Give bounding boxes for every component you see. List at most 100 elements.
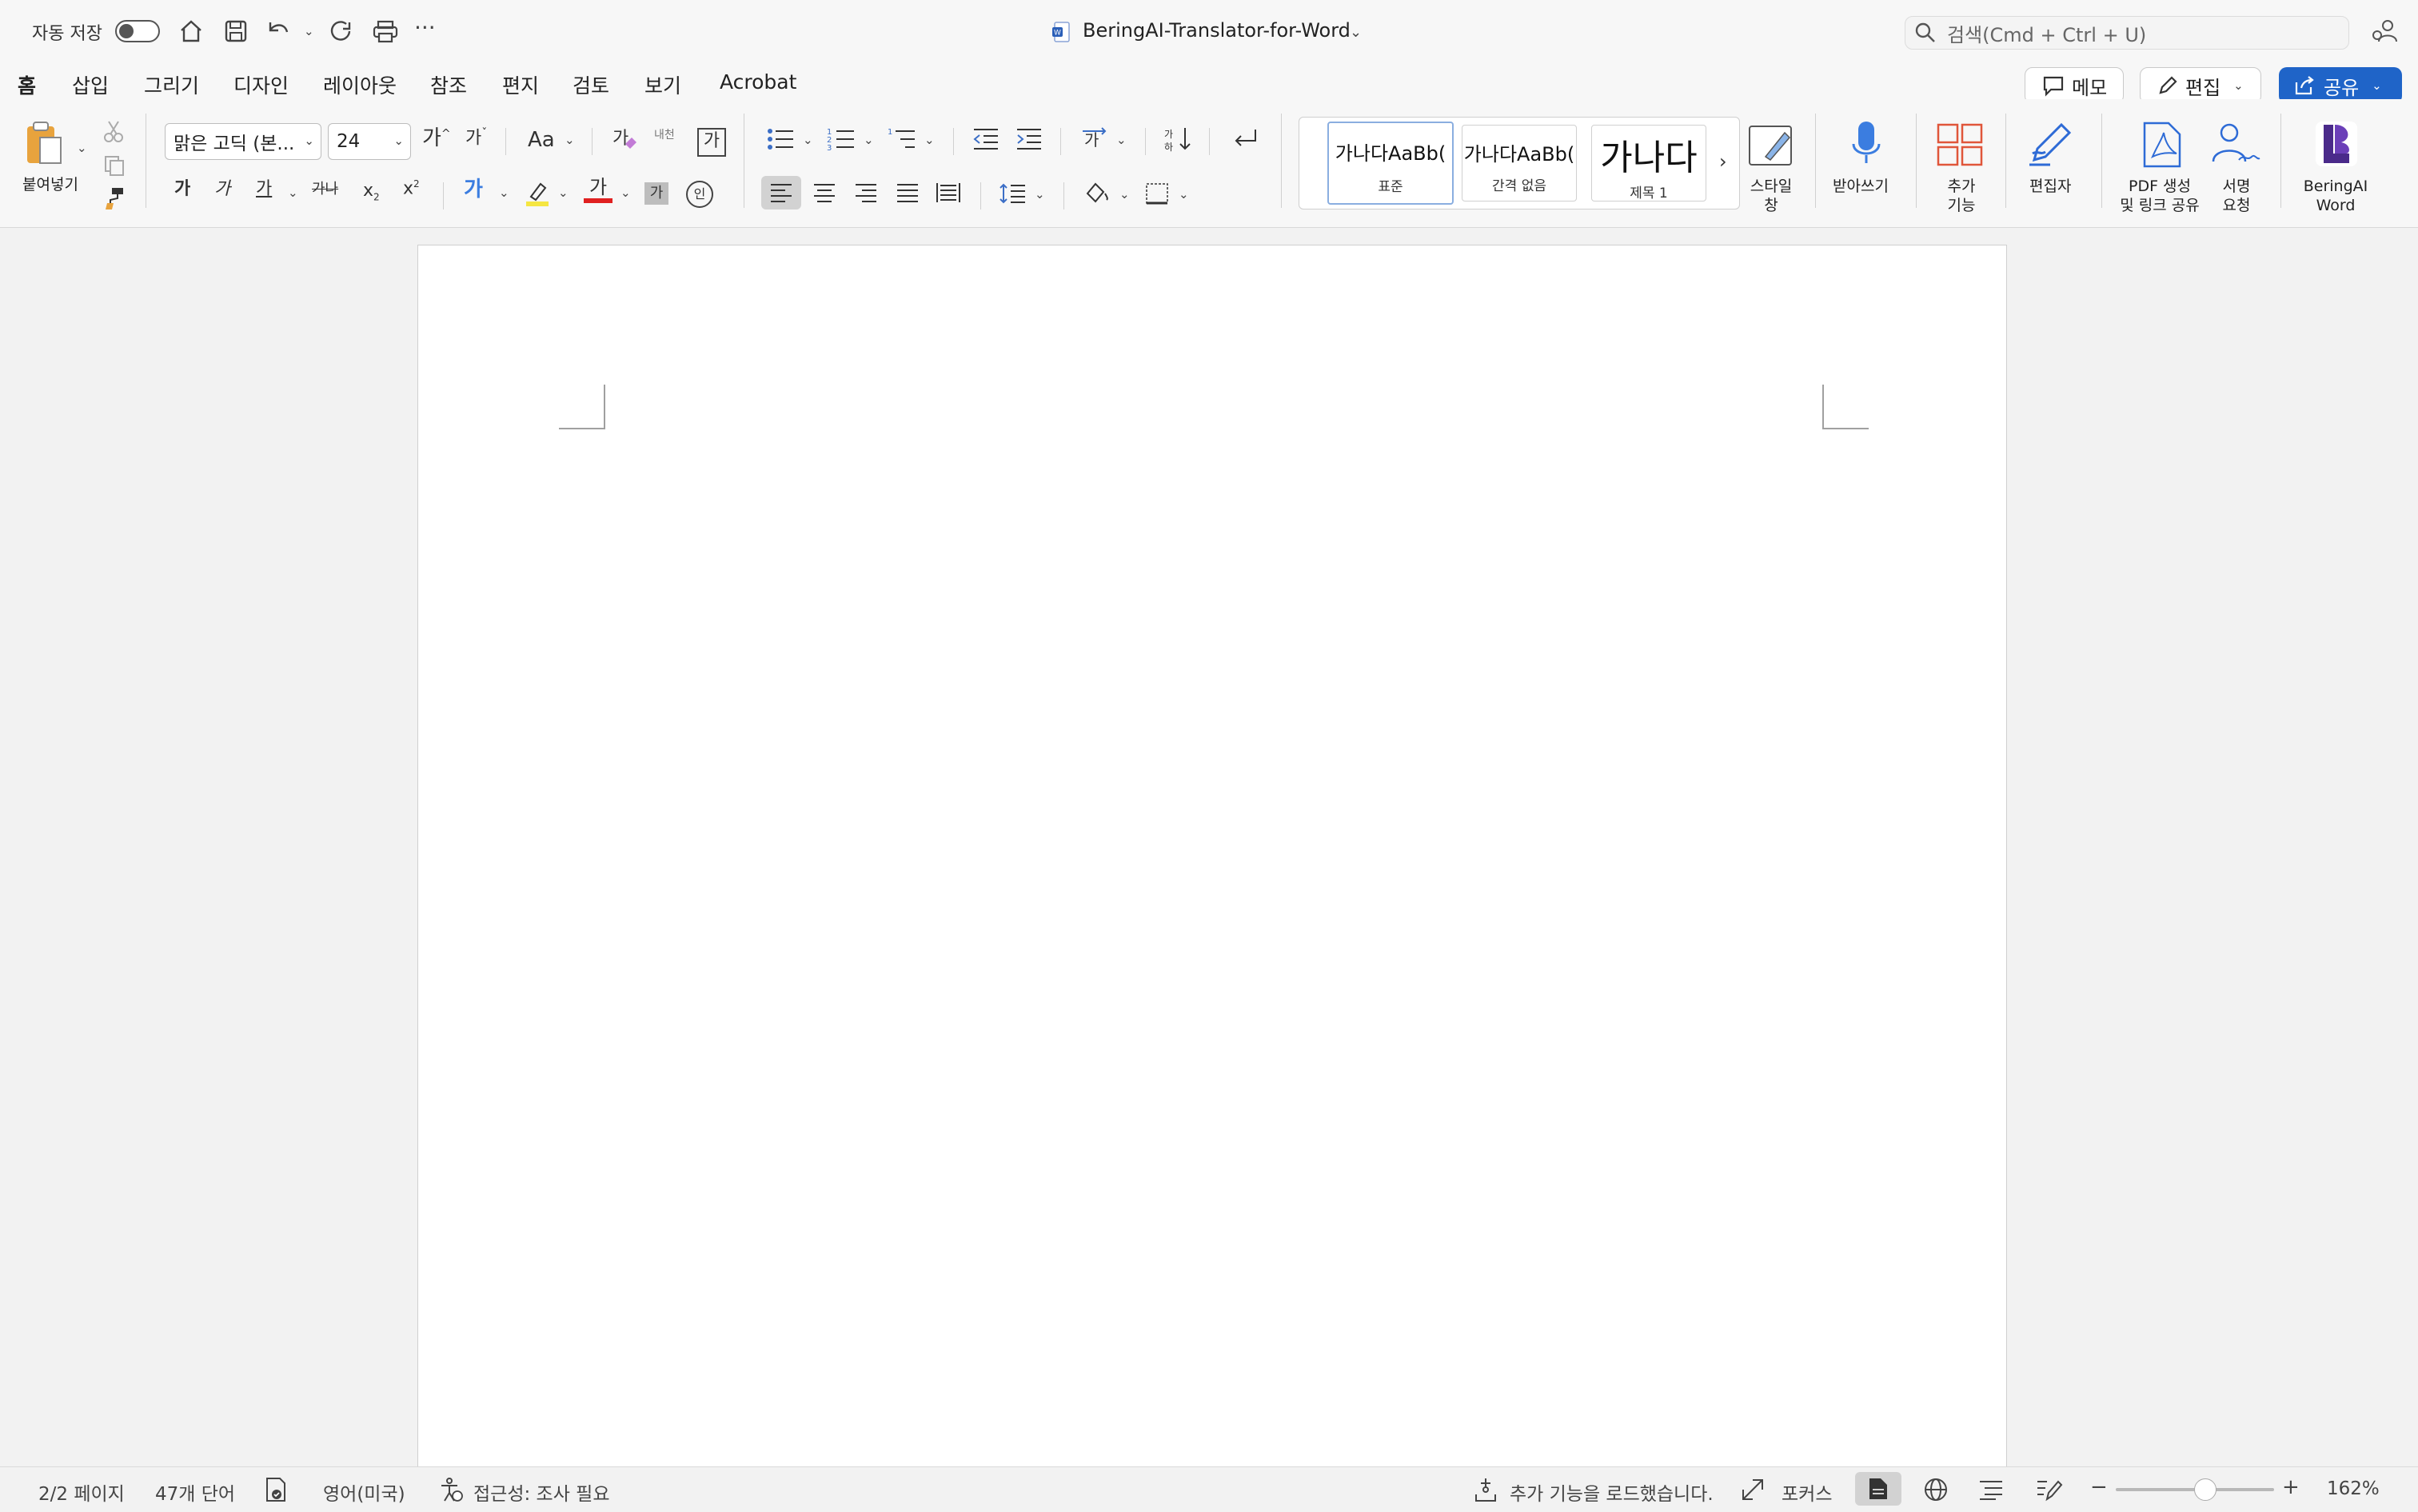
shrink-font-icon[interactable]: 가ˇ <box>465 128 487 147</box>
document-page[interactable] <box>417 245 2007 1511</box>
grow-font-icon[interactable]: 가^ <box>422 128 451 149</box>
change-case-icon[interactable]: Aa <box>528 130 555 150</box>
style-heading-1[interactable]: 가나다 제목 1 <box>1591 125 1706 201</box>
enclosed-char-icon[interactable]: 인 <box>686 181 713 208</box>
zoom-out-icon[interactable]: − <box>2090 1475 2108 1499</box>
highlight-dropdown-icon[interactable]: ⌄ <box>558 186 569 200</box>
strikethrough-button[interactable]: 가나 <box>312 182 338 197</box>
style-no-spacing[interactable]: 가나다AaBb( 간격 없음 <box>1462 125 1577 201</box>
borders-icon[interactable] <box>1145 182 1169 205</box>
paste-icon[interactable] <box>22 120 67 168</box>
sort-icon[interactable]: 가하 <box>1164 126 1193 152</box>
align-right-icon[interactable] <box>854 182 878 203</box>
styles-more-chevron-icon[interactable]: › <box>1719 150 1727 173</box>
tab-home[interactable]: 홈 <box>18 70 36 99</box>
tab-acrobat[interactable]: Acrobat <box>720 70 796 94</box>
align-left-button[interactable] <box>761 176 801 209</box>
decrease-indent-icon[interactable] <box>972 126 1000 152</box>
change-case-dropdown-icon[interactable]: ⌄ <box>565 133 575 147</box>
title-chevron-down-icon[interactable]: ⌄ <box>1350 24 1362 41</box>
font-size-select[interactable]: 24 ⌄ <box>328 123 411 160</box>
underline-dropdown-icon[interactable]: ⌄ <box>288 186 298 200</box>
focus-button[interactable]: 포커스 <box>1782 1478 1832 1506</box>
show-marks-icon[interactable] <box>1230 126 1259 152</box>
addins-icon[interactable] <box>1937 123 1985 168</box>
accessibility-status[interactable]: 접근성: 조사 필요 <box>473 1478 610 1506</box>
tab-view[interactable]: 보기 <box>644 70 681 99</box>
multilevel-list-icon[interactable]: 1 <box>888 126 916 152</box>
style-normal[interactable]: 가나다AaBb( 표준 <box>1327 122 1454 205</box>
editor-icon[interactable] <box>2026 120 2077 170</box>
increase-indent-icon[interactable] <box>1015 126 1043 152</box>
proofing-icon[interactable] <box>264 1477 288 1502</box>
styles-pane-icon[interactable] <box>1748 122 1796 168</box>
char-shading-icon[interactable]: 가 <box>644 182 668 205</box>
align-center-icon[interactable] <box>812 182 836 203</box>
tab-layout[interactable]: 레이아웃 <box>323 70 397 99</box>
justify-icon[interactable] <box>896 182 920 203</box>
web-layout-icon[interactable] <box>1922 1477 1949 1502</box>
superscript-button[interactable]: x2 <box>403 179 420 197</box>
paste-dropdown-icon[interactable]: ⌄ <box>77 141 87 155</box>
tab-mailings[interactable]: 편지 <box>502 70 539 99</box>
redo-icon[interactable] <box>328 18 355 45</box>
copy-icon[interactable] <box>102 154 126 178</box>
microphone-icon[interactable] <box>1850 120 1882 170</box>
undo-dropdown-icon[interactable]: ⌄ <box>304 24 314 38</box>
borders-dropdown-icon[interactable]: ⌄ <box>1179 187 1189 201</box>
request-signature-icon[interactable] <box>2210 122 2261 168</box>
char-border-icon[interactable]: 가 <box>697 128 726 157</box>
tab-draw[interactable]: 그리기 <box>144 70 199 99</box>
print-layout-button[interactable] <box>1855 1472 1901 1506</box>
home-icon[interactable] <box>178 18 205 45</box>
format-painter-icon[interactable] <box>102 186 126 211</box>
subscript-button[interactable]: x2 <box>363 182 380 202</box>
account-share-icon[interactable] <box>2370 18 2399 46</box>
save-icon[interactable] <box>222 18 249 45</box>
tab-references[interactable]: 참조 <box>430 70 467 99</box>
numbering-icon[interactable]: 123 <box>827 126 856 152</box>
tab-insert[interactable]: 삽입 <box>72 70 109 99</box>
tab-review[interactable]: 검토 <box>573 70 609 99</box>
zoom-level[interactable]: 162% <box>2327 1478 2380 1499</box>
highlight-color-icon[interactable] <box>523 179 552 208</box>
shading-icon[interactable] <box>1083 181 1110 205</box>
text-direction-dropdown-icon[interactable]: ⌄ <box>1116 133 1127 147</box>
print-icon[interactable] <box>371 18 400 45</box>
zoom-in-icon[interactable]: + <box>2282 1475 2300 1499</box>
outline-view-icon[interactable] <box>1978 1478 2004 1501</box>
search-input[interactable]: 검색(Cmd + Ctrl + U) <box>1905 16 2349 50</box>
distributed-icon[interactable] <box>936 182 961 203</box>
bold-button[interactable]: 가 <box>174 181 190 198</box>
italic-button[interactable]: 가 <box>214 181 230 198</box>
page-count[interactable]: 2/2 페이지 <box>38 1478 125 1506</box>
autosave-toggle[interactable] <box>115 20 160 42</box>
text-effects-dropdown-icon[interactable]: ⌄ <box>499 186 509 200</box>
underline-button[interactable]: 가 <box>256 181 272 198</box>
pdf-create-icon[interactable] <box>2140 122 2185 170</box>
accessibility-icon[interactable] <box>438 1477 464 1502</box>
document-title[interactable]: BeringAI-Translator-for-Word <box>1083 19 1351 42</box>
text-direction-icon[interactable]: 가 <box>1081 126 1110 152</box>
undo-icon[interactable] <box>264 18 293 45</box>
text-effects-icon[interactable]: 가 <box>464 179 483 200</box>
line-spacing-dropdown-icon[interactable]: ⌄ <box>1035 187 1045 201</box>
focus-icon[interactable] <box>1740 1477 1766 1502</box>
font-color-icon[interactable]: 가 <box>584 178 612 203</box>
numbering-dropdown-icon[interactable]: ⌄ <box>864 133 874 147</box>
word-count[interactable]: 47개 단어 <box>155 1478 235 1506</box>
phonetic-guide-icon[interactable]: 내천 <box>654 126 675 142</box>
bullets-icon[interactable] <box>766 126 795 152</box>
font-color-dropdown-icon[interactable]: ⌄ <box>620 186 631 200</box>
bullets-dropdown-icon[interactable]: ⌄ <box>803 133 813 147</box>
zoom-slider-thumb[interactable] <box>2194 1478 2216 1501</box>
beringai-logo-icon[interactable] <box>2314 120 2359 168</box>
more-icon[interactable]: ··· <box>414 14 436 41</box>
multilevel-dropdown-icon[interactable]: ⌄ <box>924 133 935 147</box>
shading-dropdown-icon[interactable]: ⌄ <box>1119 187 1130 201</box>
draft-view-icon[interactable] <box>2036 1477 2063 1502</box>
language-indicator[interactable]: 영어(미국) <box>323 1478 405 1506</box>
clear-format-icon[interactable]: 가 <box>611 126 640 154</box>
line-spacing-icon[interactable] <box>1000 182 1027 205</box>
cut-icon[interactable] <box>102 120 125 144</box>
